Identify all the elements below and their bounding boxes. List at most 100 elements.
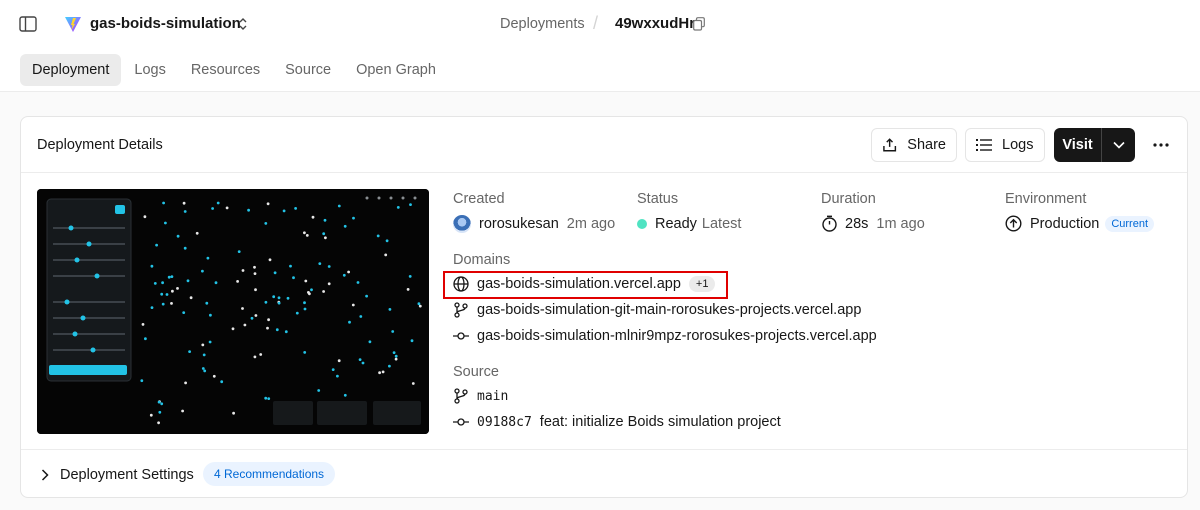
highlight-box — [443, 271, 728, 299]
share-icon — [883, 138, 897, 152]
environment-text[interactable]: Production — [1030, 216, 1099, 232]
boid-particle — [343, 224, 347, 228]
logs-button[interactable]: Logs — [965, 128, 1045, 162]
sidebar-toggle-icon[interactable] — [16, 12, 40, 36]
status-label: Status — [637, 191, 679, 207]
boid-particle — [254, 314, 258, 317]
domains-label: Domains — [453, 252, 511, 268]
logs-label: Logs — [1002, 137, 1034, 153]
boid-particle — [322, 232, 326, 236]
boid-particle — [164, 221, 167, 225]
created-label: Created — [453, 191, 505, 207]
boid-particle — [358, 358, 362, 361]
breadcrumb-deployments[interactable]: Deployments — [500, 16, 585, 32]
boid-particle — [409, 203, 412, 206]
boid-particle — [264, 396, 268, 400]
tab-deployment[interactable]: Deployment — [20, 54, 122, 86]
boid-particle — [176, 287, 179, 290]
boid-particle — [408, 275, 412, 278]
share-label: Share — [907, 137, 946, 153]
source-commit[interactable]: 09188c7 feat: initialize Boids simulatio… — [453, 414, 781, 430]
boid-particle — [201, 343, 205, 347]
copy-icon[interactable] — [692, 16, 706, 32]
boid-particle — [275, 328, 279, 332]
boid-particle — [378, 371, 381, 375]
boid-particle — [277, 296, 281, 300]
boid-particle — [327, 265, 331, 268]
boid-particle — [141, 323, 145, 326]
boid-particle — [391, 330, 395, 333]
breadcrumb-deployment-id: 49wxxudHr — [615, 15, 696, 32]
arrow-up-circle-icon — [1005, 215, 1022, 232]
branch-domain-text: gas-boids-simulation-git-main-rorosukes-… — [477, 302, 862, 318]
boid-particle — [253, 272, 257, 275]
share-button[interactable]: Share — [871, 128, 957, 162]
boid-particle — [167, 275, 171, 279]
boid-particle — [352, 216, 355, 220]
top-bar: gas-boids-simulation Deployments / 49wxx… — [0, 0, 1200, 92]
chevron-down-icon — [1112, 141, 1125, 149]
boid-particle — [209, 313, 212, 317]
boid-particle — [211, 207, 215, 210]
boid-particle — [253, 355, 257, 359]
deployment-settings-row[interactable]: Deployment Settings 4 Recommendations — [21, 449, 1187, 499]
source-label: Source — [453, 364, 499, 380]
boid-particle — [232, 411, 236, 415]
boid-particle — [157, 421, 160, 425]
visit-dropdown-button[interactable] — [1102, 128, 1135, 162]
boid-particle — [264, 222, 268, 225]
boid-particle — [356, 281, 360, 284]
tab-open-graph[interactable]: Open Graph — [344, 54, 448, 86]
boid-particle — [392, 351, 396, 354]
boid-particle — [201, 367, 205, 370]
boid-particle — [183, 246, 187, 250]
boid-particle — [243, 323, 247, 327]
boid-particle — [176, 234, 180, 238]
chevron-up-down-icon[interactable] — [234, 14, 252, 34]
boid-particle — [286, 296, 290, 300]
boid-particle — [388, 308, 392, 311]
boid-particle — [317, 389, 321, 392]
boid-particle — [170, 302, 173, 305]
tab-logs[interactable]: Logs — [122, 54, 177, 86]
boid-particle — [365, 294, 368, 298]
boid-particle — [273, 271, 277, 275]
breadcrumb-separator: / — [593, 13, 599, 33]
chevron-right-icon — [37, 467, 53, 483]
branch-domain-link[interactable]: gas-boids-simulation-git-main-rorosukes-… — [453, 302, 861, 318]
boid-particle — [294, 207, 297, 210]
simulation-preview-image — [37, 189, 429, 434]
boid-particle — [337, 204, 341, 208]
project-name[interactable]: gas-boids-simulation — [90, 15, 241, 32]
recommendations-badge[interactable]: 4 Recommendations — [203, 462, 336, 486]
boid-particle — [327, 282, 331, 286]
boid-particle — [277, 301, 281, 305]
boid-particle — [411, 382, 415, 385]
boid-particle — [376, 234, 380, 238]
deployment-preview-thumbnail[interactable] — [37, 189, 429, 434]
created-time: 2m ago — [566, 216, 616, 232]
boid-particle — [208, 340, 212, 344]
visit-button[interactable]: Visit — [1054, 128, 1102, 162]
boid-particle — [388, 364, 391, 368]
boid-particle — [140, 379, 144, 383]
stopwatch-icon — [822, 215, 837, 232]
boid-particle — [322, 290, 325, 293]
deployment-details-card: Deployment Details Share Logs Visit Crea… — [20, 116, 1188, 498]
boid-particle — [394, 354, 398, 358]
boid-particle — [268, 258, 272, 262]
tab-source[interactable]: Source — [273, 54, 343, 86]
created-user[interactable]: rorosukesan — [479, 216, 559, 232]
boid-particle — [259, 353, 263, 356]
more-options-icon[interactable] — [1149, 133, 1173, 157]
boid-particle — [394, 357, 398, 361]
commit-domain-link[interactable]: gas-boids-simulation-mlnir9mpz-rorosukes… — [453, 328, 877, 344]
environment-value: Production Current — [1005, 215, 1155, 232]
boid-particle — [250, 316, 254, 320]
boid-particle — [150, 264, 154, 268]
status-tag: Latest — [701, 216, 742, 232]
tab-resources[interactable]: Resources — [179, 54, 272, 86]
boid-particle — [295, 311, 299, 315]
source-branch[interactable]: main — [453, 388, 508, 404]
boid-particle — [272, 295, 276, 299]
